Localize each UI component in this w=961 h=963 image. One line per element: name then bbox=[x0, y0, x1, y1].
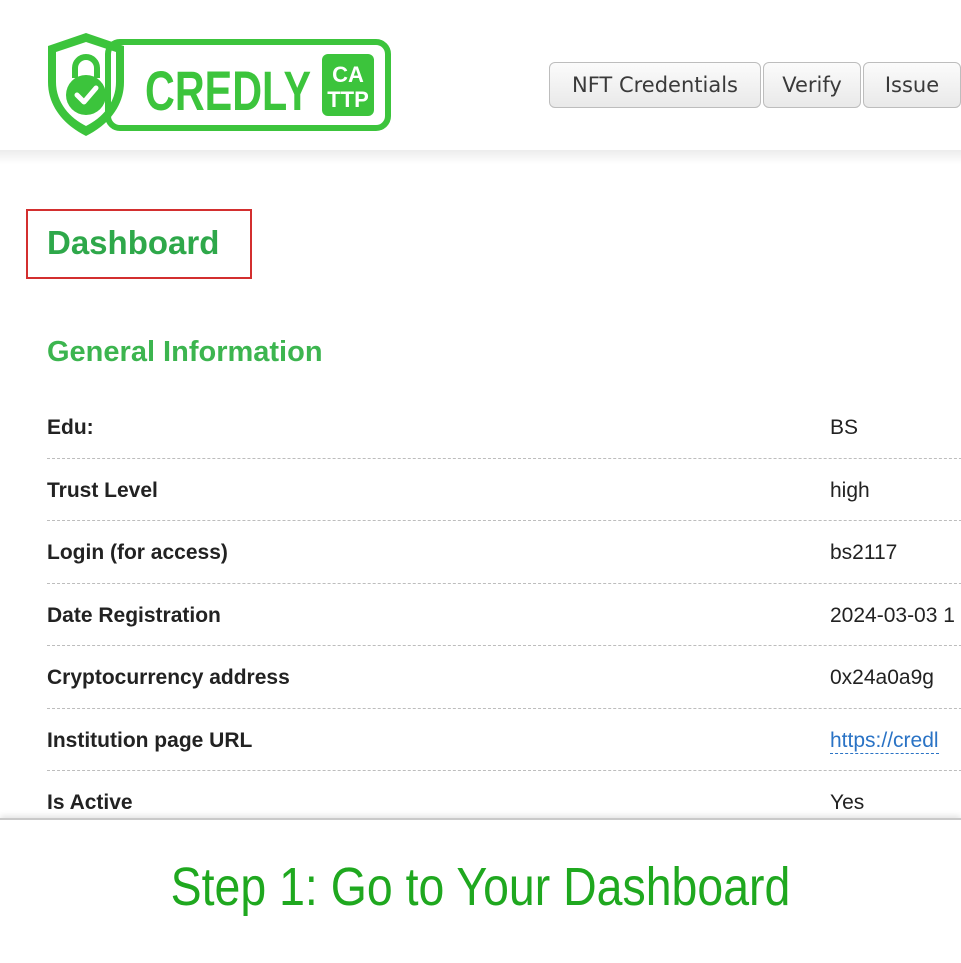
info-value: high bbox=[830, 478, 870, 502]
info-row-trust-level: Trust Level high bbox=[47, 459, 961, 521]
info-row-crypto-address: Cryptocurrency address 0x24a0a9g bbox=[47, 646, 961, 709]
info-value: 2024-03-03 1 bbox=[830, 603, 955, 627]
info-label: Login (for access) bbox=[47, 541, 228, 564]
logo-wordmark: CREDLY bbox=[145, 59, 311, 122]
info-value: bs2117 bbox=[830, 541, 898, 564]
info-label: Cryptocurrency address bbox=[47, 666, 290, 689]
caption-panel: Step 1: Go to Your Dashboard bbox=[0, 818, 961, 963]
info-row-institution-url: Institution page URL https://credl bbox=[47, 709, 961, 771]
credly-logo[interactable]: CREDLY CA TTP bbox=[44, 30, 394, 142]
page-title: Dashboard bbox=[47, 224, 220, 261]
info-row-is-active: Is Active Yes bbox=[47, 771, 961, 816]
info-label: Institution page URL bbox=[47, 728, 253, 752]
info-value: 0x24a0a9g bbox=[830, 666, 934, 689]
logo-badge-line2: TTP bbox=[327, 87, 369, 112]
info-label: Is Active bbox=[47, 791, 133, 814]
logo-badge-line1: CA bbox=[332, 62, 364, 87]
institution-url-link[interactable]: https://credl bbox=[830, 729, 939, 754]
step-caption: Step 1: Go to Your Dashboard bbox=[170, 857, 791, 917]
info-row-date-registration: Date Registration 2024-03-03 1 bbox=[47, 584, 961, 646]
general-info-list: Edu: BS Trust Level high Login (for acce… bbox=[47, 396, 961, 816]
site-header: CREDLY CA TTP NFT Credentials Verify Iss… bbox=[0, 0, 961, 152]
top-nav: NFT Credentials Verify Issue bbox=[549, 62, 961, 108]
nft-credentials-button[interactable]: NFT Credentials bbox=[549, 62, 761, 108]
info-label: Edu: bbox=[47, 416, 94, 439]
info-row-login: Login (for access) bs2117 bbox=[47, 521, 961, 584]
info-value: BS bbox=[830, 416, 859, 439]
info-label: Date Registration bbox=[47, 603, 221, 627]
issue-button[interactable]: Issue bbox=[863, 62, 961, 108]
info-value: Yes bbox=[830, 791, 865, 814]
verify-button[interactable]: Verify bbox=[763, 62, 861, 108]
header-divider bbox=[0, 150, 961, 164]
info-label: Trust Level bbox=[47, 478, 158, 502]
section-title: General Information bbox=[47, 336, 323, 368]
info-row-edu: Edu: BS bbox=[47, 396, 961, 459]
